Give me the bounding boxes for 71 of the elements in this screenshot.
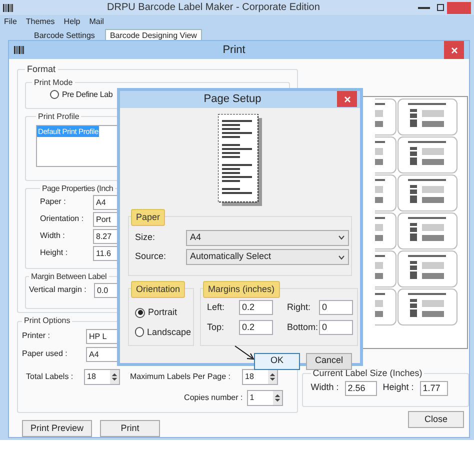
field-label: Top: (207, 320, 226, 334)
close-icon[interactable] (344, 96, 350, 103)
group-label: Page Properties (Inch (41, 182, 114, 194)
chevron-down-icon[interactable] (338, 254, 345, 260)
spinner-arrows-icon[interactable] (110, 370, 119, 384)
text-field[interactable]: 0.2 (239, 300, 273, 315)
field-label: Vertical margin : (29, 284, 88, 296)
spinner-arrows-icon[interactable] (268, 370, 277, 384)
number-spinner[interactable]: 18 (84, 368, 120, 384)
field-label: Width : (40, 230, 66, 242)
field-label: Height : (40, 247, 69, 259)
text-field[interactable]: 0 (319, 320, 353, 335)
app-barcode-icon (3, 4, 13, 12)
text-field[interactable]: 0 (319, 300, 353, 315)
field-label: Paper used : (22, 348, 68, 360)
radio-label: Landscape (146, 326, 191, 339)
menu-item[interactable]: Mail (89, 16, 104, 28)
tab[interactable]: Barcode Designing View (104, 29, 202, 40)
group-tag: Paper (131, 208, 166, 226)
group-label: Margin Between Label (30, 270, 108, 282)
field-label: Maximum Labels Per Page : (130, 370, 232, 382)
print-preview-button[interactable]: Print Preview (22, 420, 92, 437)
radio-button[interactable] (50, 90, 59, 99)
group-label: Current Label Size (Inches) (312, 367, 424, 380)
radio-button[interactable] (135, 308, 145, 318)
window-title: DRPU Barcode Label Maker - Corporate Edition (106, 1, 321, 15)
dialog-button[interactable]: OK (254, 352, 300, 370)
field-label: Printer : (22, 330, 52, 342)
spinner-arrows-icon[interactable] (272, 391, 282, 405)
field-label: Width : (310, 381, 339, 394)
field-label: Total Labels : (26, 370, 74, 382)
dialog-title: Page Setup (202, 92, 262, 107)
tab[interactable]: Barcode Settings (30, 30, 99, 40)
field-label: Source: (134, 250, 168, 264)
radio-label: Portrait (148, 306, 178, 319)
dialog-title: Print (222, 42, 246, 58)
field-label: Orientation : (40, 213, 85, 225)
text-field[interactable]: 2.56 (344, 380, 377, 396)
source-dropdown[interactable]: Automatically Select (186, 249, 349, 265)
close-dialog-button[interactable]: Close (408, 411, 464, 428)
restore-button[interactable] (437, 4, 444, 11)
field-label: Left: (207, 300, 226, 314)
field-label: Size: (134, 230, 156, 244)
menu-item[interactable]: Themes (26, 16, 55, 28)
group-label: Print Mode (33, 76, 74, 88)
menu-item[interactable]: File (4, 16, 17, 28)
print-button[interactable]: Print (100, 420, 160, 437)
radio-label: Pre Define Lab (62, 88, 113, 100)
group-tag: Margins (inches) (203, 280, 280, 298)
field-label: Bottom: (286, 320, 317, 334)
close-icon[interactable] (450, 46, 458, 54)
minimize-button[interactable] (418, 6, 430, 8)
field-label: Paper : (40, 196, 67, 208)
text-field[interactable]: 0.2 (239, 320, 273, 335)
chevron-down-icon[interactable] (338, 235, 345, 240)
arrow-icon (234, 344, 256, 360)
group-label: Print Profile (37, 110, 80, 122)
radio-button[interactable] (135, 327, 144, 338)
number-spinner[interactable]: 1 (246, 390, 283, 406)
field-label: Height : (382, 381, 414, 394)
field-label: Right: (286, 300, 312, 314)
group-label: Format (26, 63, 57, 76)
dialog-barcode-icon (14, 46, 24, 54)
group-tag: Orientation (131, 280, 186, 298)
group-label: Print Options (23, 315, 72, 327)
field-label: Copies number : (184, 392, 243, 404)
text-field[interactable]: 1.77 (420, 380, 448, 396)
size-dropdown[interactable]: A4 (186, 230, 349, 246)
dialog-button[interactable]: Cancel (306, 352, 352, 370)
menu-item[interactable]: Help (64, 16, 80, 28)
number-spinner[interactable]: 18 (242, 368, 278, 384)
